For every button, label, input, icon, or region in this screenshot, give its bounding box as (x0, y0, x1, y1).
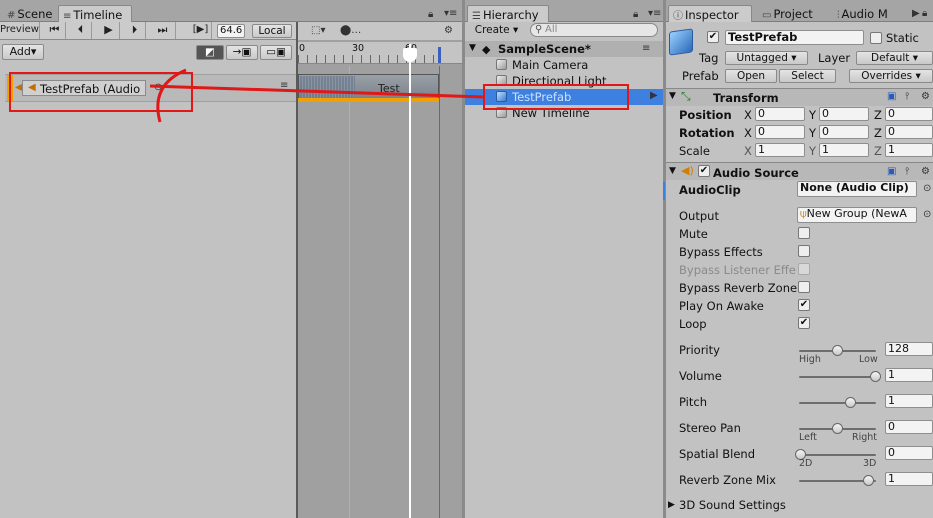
annotation-arrow (149, 68, 485, 123)
annotation-arrow-line (149, 84, 485, 99)
annotation-arrow-head (156, 68, 187, 123)
